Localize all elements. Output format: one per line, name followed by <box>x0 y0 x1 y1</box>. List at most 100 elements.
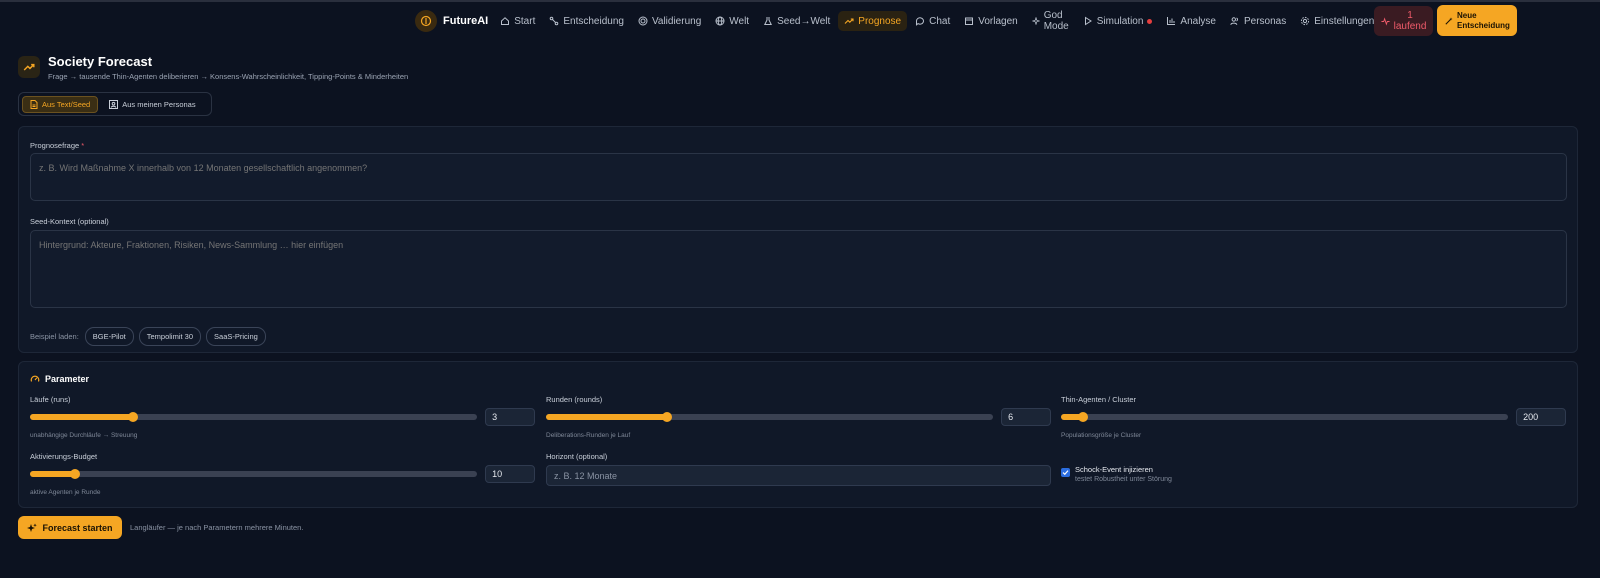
logo-icon <box>415 10 437 32</box>
nav-item-prognose[interactable]: Prognose <box>838 11 908 31</box>
tab-label: Aus meinen Personas <box>122 99 196 109</box>
example-chip-tempolimit[interactable]: Tempolimit 30 <box>138 327 202 346</box>
seed-context-input[interactable] <box>30 230 1567 308</box>
nav-item-validierung[interactable]: Validierung <box>632 11 707 31</box>
target-icon <box>638 16 648 26</box>
nav-label: Simulation <box>1096 15 1144 27</box>
nav-item-chat[interactable]: Chat <box>909 11 956 31</box>
agents-slider[interactable] <box>1061 412 1509 422</box>
budget-hint: aktive Agenten je Runde <box>30 489 101 496</box>
slider-thumb[interactable] <box>127 412 138 422</box>
seed-label: Seed-Kontext (optional) <box>30 217 109 226</box>
horizon-label: Horizont (optional) <box>546 452 608 461</box>
param-horizon: Horizont (optional) z. B. 12 Monate <box>546 452 1051 486</box>
page-title: Society Forecast <box>48 54 153 69</box>
runs-input[interactable]: 3 <box>485 408 535 426</box>
trending-up-icon <box>18 56 40 78</box>
trending-up-icon <box>844 18 854 24</box>
runs-slider[interactable] <box>30 412 478 422</box>
param-agents: Thin-Agenten / Cluster 200 Populationsgr… <box>1061 395 1566 439</box>
slider-thumb[interactable] <box>661 412 672 422</box>
rounds-slider[interactable] <box>546 412 994 422</box>
param-budget: Aktivierungs-Budget 10 aktive Agenten je… <box>30 452 535 496</box>
new-decision-line2: Entscheidung <box>1457 20 1510 30</box>
slider-thumb[interactable] <box>1078 412 1089 422</box>
nav-label: Entscheidung <box>563 15 624 27</box>
app-name: FutureAI <box>443 15 489 27</box>
play-icon <box>1084 16 1092 26</box>
shock-event-hint: testet Robustheit unter Störung <box>1075 476 1172 483</box>
users-icon <box>1230 17 1239 25</box>
nav-item-welt[interactable]: Welt <box>709 11 755 31</box>
gauge-icon <box>30 375 40 382</box>
template-icon <box>965 17 974 25</box>
nav-item-einstellungen[interactable]: Einstellungen <box>1294 11 1380 31</box>
agents-hint: Populationsgröße je Cluster <box>1061 432 1142 439</box>
nav-item-seed-welt[interactable]: Seed→Welt <box>757 11 836 31</box>
main-nav: FutureAI Start Entscheidung Validierung … <box>415 5 1382 37</box>
runs-hint: unabhängige Durchläufe → Streuung <box>30 432 138 439</box>
budget-slider[interactable] <box>30 469 478 479</box>
flask-icon <box>764 17 773 25</box>
globe-icon <box>715 16 725 26</box>
nav-label: Validierung <box>651 15 702 27</box>
example-loader: Beispiel laden: BGE-Pilot Tempolimit 30 … <box>30 327 271 346</box>
chat-icon <box>916 17 925 26</box>
running-text: laufend <box>1393 21 1427 32</box>
rounds-hint: Deliberations-Runden je Lauf <box>546 432 631 439</box>
nav-label: Personas <box>1244 15 1287 27</box>
examples-label: Beispiel laden: <box>30 332 79 341</box>
slider-fill <box>546 414 667 420</box>
new-decision-button[interactable]: Neue Entscheidung <box>1437 5 1517 36</box>
forecast-form-card: Prognosefrage * Seed-Kontext (optional) … <box>18 126 1578 353</box>
budget-label: Aktivierungs-Budget <box>30 452 98 461</box>
file-text-icon <box>30 99 38 109</box>
contact-card-icon <box>109 99 119 109</box>
running-jobs-indicator[interactable]: 1 laufend <box>1374 6 1433 36</box>
shock-event-option: Schock-Event injizieren testet Robusthei… <box>1061 465 1172 483</box>
nav-item-entscheidung[interactable]: Entscheidung <box>543 11 630 31</box>
wand-icon <box>1445 16 1453 25</box>
nav-item-start[interactable]: Start <box>494 11 541 31</box>
nav-item-simulation[interactable]: Simulation <box>1077 11 1159 31</box>
nav-item-god-mode[interactable]: God Mode <box>1026 10 1075 32</box>
page-header: Society Forecast Frage → tausende Thin-A… <box>18 54 408 81</box>
pulse-icon <box>1381 16 1390 26</box>
nav-label: Analyse <box>1180 15 1216 27</box>
start-hint: Langläufer — je nach Parametern mehrere … <box>130 523 304 532</box>
gear-icon <box>1301 16 1310 26</box>
nav-label: Welt <box>729 15 750 27</box>
running-label: 1 laufend <box>1394 10 1427 32</box>
slider-fill <box>30 471 75 477</box>
question-input[interactable] <box>30 153 1567 201</box>
start-forecast-label: Forecast starten <box>42 522 113 533</box>
source-toggle: Aus Text/Seed Aus meinen Personas <box>18 92 212 116</box>
nav-label: Vorlagen <box>978 15 1018 27</box>
rounds-input[interactable]: 6 <box>1001 408 1051 426</box>
nav-item-analyse[interactable]: Analyse <box>1160 11 1222 31</box>
rounds-label: Runden (rounds) <box>546 395 603 404</box>
param-rounds: Runden (rounds) 6 Deliberations-Runden j… <box>546 395 1051 439</box>
parameters-heading: Parameter <box>30 374 89 384</box>
tab-text-seed[interactable]: Aus Text/Seed <box>22 95 99 113</box>
shock-event-checkbox[interactable] <box>1061 468 1070 477</box>
example-chip-bge-pilot[interactable]: BGE-Pilot <box>84 327 134 346</box>
parameters-card: Parameter Läufe (runs) 3 unabhängige Dur… <box>18 361 1578 508</box>
start-forecast-button[interactable]: Forecast starten <box>18 516 122 539</box>
slider-thumb[interactable] <box>69 469 80 479</box>
agents-input[interactable]: 200 <box>1516 408 1566 426</box>
nav-item-personas[interactable]: Personas <box>1224 11 1292 31</box>
horizon-input[interactable]: z. B. 12 Monate <box>546 465 1051 486</box>
simulation-status-dot <box>1147 18 1153 24</box>
budget-input[interactable]: 10 <box>485 465 535 483</box>
nav-label-line2: Mode <box>1043 21 1069 32</box>
nav-item-vorlagen[interactable]: Vorlagen <box>958 11 1023 31</box>
tab-my-personas[interactable]: Aus meinen Personas <box>102 96 202 113</box>
route-icon <box>550 16 559 26</box>
example-chip-saas-pricing[interactable]: SaaS-Pricing <box>206 327 266 346</box>
new-decision-label: Neue Entscheidung <box>1457 11 1510 31</box>
running-count: 1 <box>1407 10 1413 21</box>
app-logo[interactable]: FutureAI <box>415 10 488 32</box>
top-navigation-bar: FutureAI Start Entscheidung Validierung … <box>0 0 1600 37</box>
home-icon <box>501 17 510 25</box>
